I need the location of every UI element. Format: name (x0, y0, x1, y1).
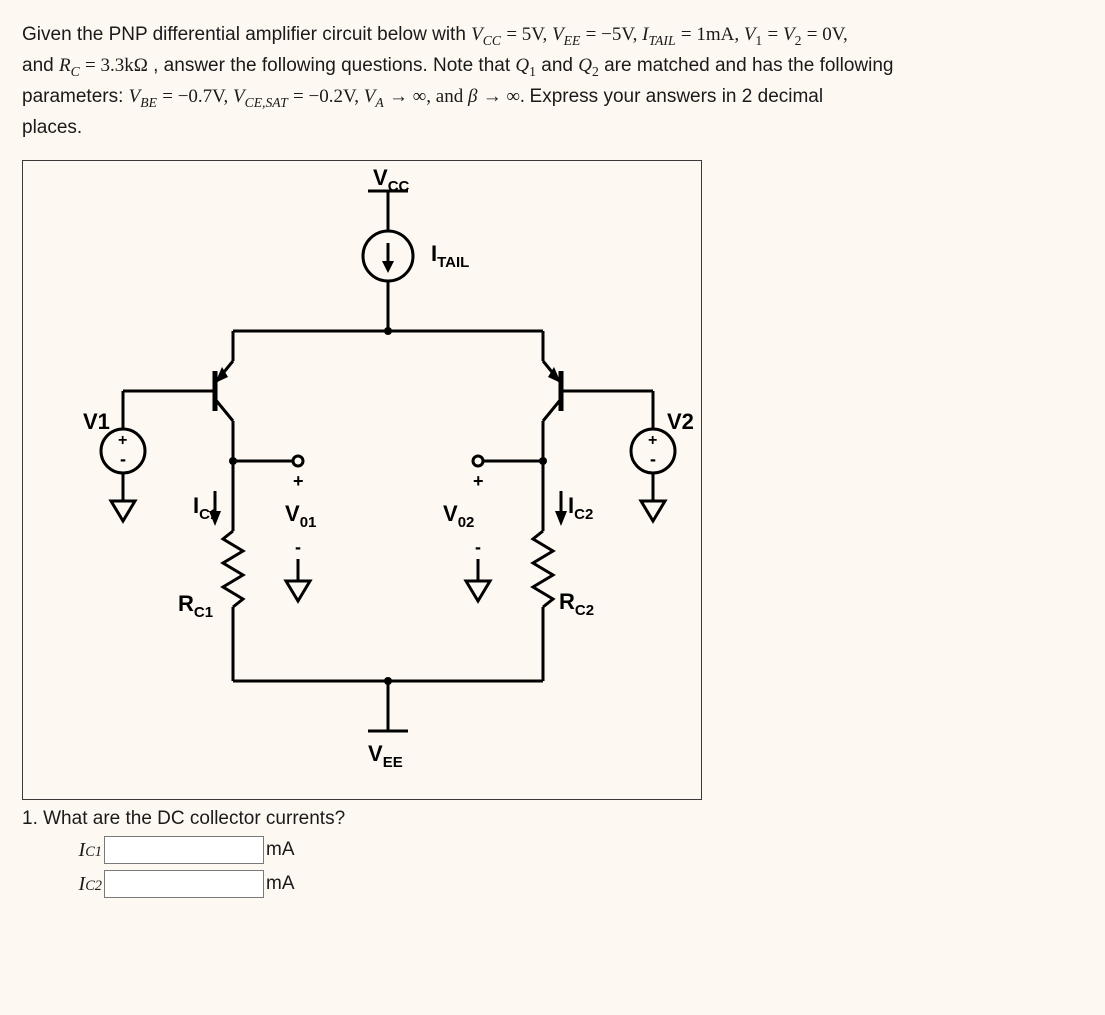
ic2-subscript: C2 (85, 878, 102, 894)
svg-text:V01: V01 (285, 501, 316, 531)
vo1-sub: 01 (300, 514, 317, 531)
vcesat-val: −0.2V, (309, 86, 364, 107)
v1-var: V (744, 24, 756, 45)
v1-label: V1 (83, 409, 110, 434)
minus-v1: - (120, 449, 126, 469)
minus-vo1: - (295, 537, 301, 557)
vee-sub: EE (383, 754, 403, 771)
eq6: = (85, 55, 100, 76)
v2-var: V (783, 24, 795, 45)
va-val: → ∞, and (389, 86, 468, 107)
v12-val: 0V, (822, 24, 848, 45)
vcesat-var: V (233, 86, 245, 107)
itail-sub: TAIL (648, 33, 675, 48)
vcc-sub: CC (483, 33, 501, 48)
minus-v2: - (650, 449, 656, 469)
vo2-sub: 02 (458, 514, 475, 531)
text: and (22, 55, 59, 76)
rc-sub: C (71, 64, 80, 79)
text: , answer the following questions. Note t… (153, 55, 515, 76)
vee-sub: EE (564, 33, 581, 48)
plus-v2: + (648, 432, 657, 449)
rc2-sub: C2 (575, 602, 594, 619)
va-var: V (364, 86, 376, 107)
beta-var: β (468, 86, 477, 107)
q2-var: Q (578, 55, 592, 76)
q1-var: Q (515, 55, 529, 76)
v2-label: V2 (667, 409, 694, 434)
ic2-input[interactable] (104, 870, 264, 898)
vee-label: V (368, 741, 383, 766)
vo1-label: V (285, 501, 300, 526)
q2-sub: 2 (592, 64, 599, 79)
vbe-sub: BE (140, 95, 157, 110)
svg-text:VEE: VEE (368, 741, 403, 771)
ic1-input[interactable] (104, 836, 264, 864)
va-sub: A (375, 95, 383, 110)
ic1-subscript: C1 (85, 844, 102, 860)
rc1-sub: C1 (194, 604, 213, 621)
svg-text:RC1: RC1 (178, 591, 213, 621)
ic2-sub: C2 (574, 506, 593, 523)
svg-text:RC2: RC2 (559, 589, 594, 619)
itail-val: 1mA, (696, 24, 744, 45)
ic2-answer-label: IC2 (58, 873, 102, 896)
text: are matched and has the following (604, 55, 893, 76)
question-1-text: 1. What are the DC collector currents? (22, 808, 1083, 830)
text: and (541, 55, 578, 76)
plus-vo2: + (473, 471, 484, 491)
vbe-val: −0.7V, (178, 86, 233, 107)
text: Express your answers in 2 decimal (530, 86, 824, 107)
eq4: = (768, 24, 783, 45)
svg-text:IC2: IC2 (568, 493, 593, 523)
plus-v1: + (118, 432, 127, 449)
eq5: = (807, 24, 822, 45)
eq3: = (681, 24, 696, 45)
eq8: = (293, 86, 308, 107)
ic1-answer-label: IC1 (58, 839, 102, 862)
text: Given the PNP differential amplifier cir… (22, 24, 471, 45)
ic2-unit: mA (266, 873, 295, 895)
circuit-diagram: VCC ITAIL + - V1 + - V2 + V01 - (22, 160, 702, 800)
eq: = (506, 24, 521, 45)
vcc-label: V (373, 165, 388, 190)
vcc-var: V (471, 24, 483, 45)
eq7: = (162, 86, 177, 107)
v1-sub: 1 (755, 33, 762, 48)
q1-sub: 1 (529, 64, 536, 79)
vo2-label: V (443, 501, 458, 526)
rc2-label: R (559, 589, 575, 614)
answer-row-ic1: IC1 mA (58, 836, 1083, 864)
question-1: 1. What are the DC collector currents? I… (22, 808, 1083, 898)
rc1-label: R (178, 591, 194, 616)
eq2: = (586, 24, 601, 45)
rc-var: R (59, 55, 71, 76)
v2-sub: 2 (795, 33, 802, 48)
vcc-val: 5V, (522, 24, 552, 45)
vcesat-sub: CE,SAT (245, 95, 288, 110)
problem-statement: Given the PNP differential amplifier cir… (22, 20, 1083, 142)
rc-val: 3.3kΩ (100, 55, 147, 76)
minus-vo2: - (475, 537, 481, 557)
svg-text:ITAIL: ITAIL (431, 241, 469, 271)
ic1-sub: C1 (199, 506, 218, 523)
text: parameters: (22, 86, 129, 107)
svg-text:V02: V02 (443, 501, 474, 531)
ic1-unit: mA (266, 839, 295, 861)
vbe-var: V (129, 86, 141, 107)
circuit-svg: VCC ITAIL + - V1 + - V2 + V01 - (23, 161, 701, 799)
answer-row-ic2: IC2 mA (58, 870, 1083, 898)
itail-sub: TAIL (437, 254, 469, 271)
plus-vo1: + (293, 471, 304, 491)
text: places. (22, 117, 82, 138)
vcc-sub: CC (388, 178, 410, 195)
vee-var: V (552, 24, 564, 45)
beta-val: → ∞. (483, 86, 530, 107)
vee-val: −5V, (601, 24, 642, 45)
